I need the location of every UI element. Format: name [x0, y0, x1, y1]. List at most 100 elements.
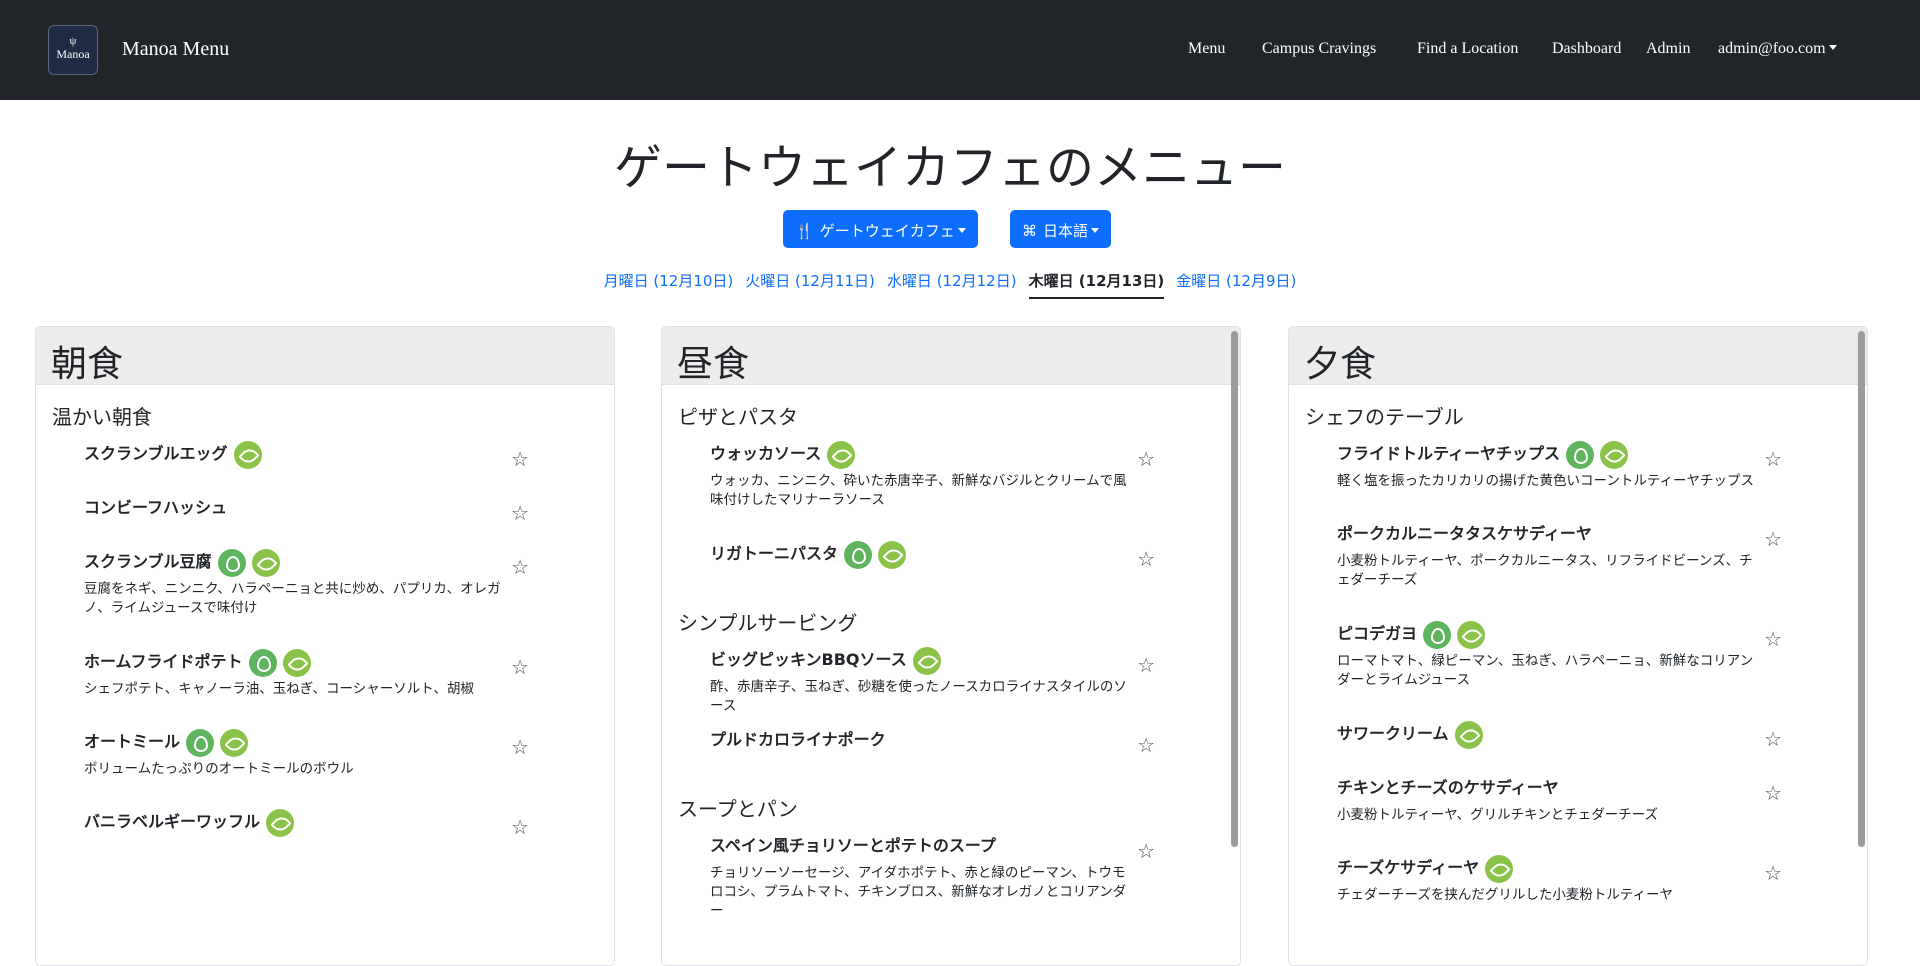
- vegetarian-icon: [827, 440, 856, 469]
- day-tab[interactable]: 金曜日 (12月9日): [1176, 270, 1296, 297]
- nav-menu[interactable]: Menu: [1188, 40, 1225, 58]
- vegan-icon: [1566, 440, 1595, 469]
- day-tab[interactable]: 月曜日 (12月10日): [604, 270, 734, 297]
- vegetarian-icon: [1457, 620, 1486, 649]
- nav-dashboard[interactable]: Dashboard: [1552, 40, 1621, 58]
- day-tabs: 月曜日 (12月10日) 火曜日 (12月11日) 水曜日 (12月12日) 木曜日 …: [0, 270, 1900, 299]
- vegan-icon: [1423, 620, 1452, 649]
- favorite-star-icon[interactable]: ☆: [511, 501, 529, 525]
- section-title: ピザとパスタ: [678, 405, 798, 429]
- favorite-star-icon[interactable]: ☆: [1764, 527, 1782, 551]
- menu-item: コンビーフハッシュ ☆: [84, 493, 569, 525]
- menu-item-label: ポークカルニータタスケサディーヤ: [1337, 524, 1592, 543]
- menu-item-label: ホームフライドポテト: [84, 652, 243, 671]
- menu-item-description: 軽く塩を振ったカリカリの揚げた黄色いコーントルティーヤチップス: [1337, 473, 1755, 489]
- menu-item-name: ポークカルニータタスケサディーヤ: [1337, 519, 1822, 549]
- day-tab[interactable]: 火曜日 (12月11日): [745, 270, 875, 297]
- menu-item-label: サワークリーム: [1337, 724, 1449, 743]
- section-title: シンプルサービング: [678, 611, 858, 635]
- fork-logo-icon: ψ: [69, 35, 77, 47]
- vegetarian-icon: [220, 728, 249, 757]
- favorite-star-icon[interactable]: ☆: [1137, 839, 1155, 863]
- menu-item-description: ウォッカ、ニンニク、砕いた赤唐辛子、新鮮なバジルとクリームで風味付けしたマリナー…: [710, 473, 1127, 508]
- menu-item-name: ウォッカソース: [710, 439, 1195, 469]
- menu-item-name: プルドカロライナポーク: [710, 725, 1195, 755]
- menu-item-description: 豆腐をネギ、ニンニク、ハラペーニョと共に炒め、パプリカ、オレガノ、ライムジュース…: [84, 581, 501, 616]
- favorite-star-icon[interactable]: ☆: [1137, 733, 1155, 757]
- favorite-star-icon[interactable]: ☆: [1137, 653, 1155, 677]
- section-title: スープとパン: [678, 797, 798, 821]
- fork-knife-icon: 🍴: [795, 222, 814, 240]
- favorite-star-icon[interactable]: ☆: [1137, 447, 1155, 471]
- favorite-star-icon[interactable]: ☆: [511, 447, 529, 471]
- menu-item-description: チェダーチーズを挟んだグリルした小麦粉トルティーヤ: [1337, 887, 1674, 903]
- favorite-star-icon[interactable]: ☆: [511, 655, 529, 679]
- nav-campus-cravings[interactable]: Campus Cravings: [1262, 40, 1376, 58]
- menu-item-description: 酢、赤唐辛子、玉ねぎ、砂糖を使ったノースカロライナスタイルのソース: [710, 679, 1127, 714]
- menu-item-name: サワークリーム: [1337, 719, 1822, 749]
- day-tab[interactable]: 水曜日 (12月12日): [887, 270, 1017, 297]
- user-dropdown[interactable]: admin@foo.com: [1718, 40, 1837, 58]
- favorite-star-icon[interactable]: ☆: [1764, 727, 1782, 751]
- logo-text: Manoa: [56, 47, 90, 61]
- menu-item-label: スクランブルエッグ: [84, 444, 228, 463]
- menu-item-name: ホームフライドポテト: [84, 647, 569, 677]
- menu-item: リガトーニパスタ ☆: [710, 539, 1195, 571]
- favorite-star-icon[interactable]: ☆: [511, 555, 529, 579]
- meal-card: 朝食 温かい朝食 スクランブルエッグ ☆ コンビーフハッシュ ☆ スクランブル豆腐 豆腐をネギ…: [35, 326, 615, 966]
- vegetarian-icon: [251, 548, 280, 577]
- menu-item-name: チキンとチーズのケサディーヤ: [1337, 773, 1822, 803]
- menu-item-name: リガトーニパスタ: [710, 539, 1195, 569]
- meal-title: 昼食: [662, 327, 1240, 385]
- brand-name[interactable]: Manoa Menu: [122, 38, 229, 61]
- vegetarian-icon: [1600, 440, 1629, 469]
- menu-item-description: 小麦粉トルティーヤ、グリルチキンとチェダーチーズ: [1337, 807, 1659, 823]
- menu-item: スクランブルエッグ ☆: [84, 439, 569, 471]
- menu-item-label: バニラベルギーワッフル: [84, 812, 261, 831]
- menu-item-label: ピコデガヨ: [1337, 624, 1418, 643]
- meal-card: 昼食ピザとパスタウォッカソースウォッカ、ニンニク、砕いた赤唐辛子、新鮮なバジルと…: [661, 326, 1241, 966]
- menu-item: ポークカルニータタスケサディーヤ小麦粉トルティーヤ、ポークカルニータス、リフライ…: [1337, 519, 1822, 590]
- menu-item-description: 小麦粉トルティーヤ、ポークカルニータス、リフライドビーンズ、チェダーチーズ: [1337, 553, 1753, 588]
- menu-item: サワークリーム ☆: [1337, 719, 1822, 751]
- favorite-star-icon[interactable]: ☆: [1764, 627, 1782, 651]
- logo[interactable]: ψ Manoa: [48, 25, 98, 75]
- menu-item-description: ボリュームたっぷりのオートミールのボウル: [84, 761, 354, 777]
- favorite-star-icon[interactable]: ☆: [1764, 861, 1782, 885]
- favorite-star-icon[interactable]: ☆: [511, 815, 529, 839]
- vegetarian-icon: [878, 540, 907, 569]
- menu-item-label: プルドカロライナポーク: [710, 730, 886, 749]
- menu-item-description: チョリソーソーセージ、アイダホポテト、赤と緑のピーマン、トウモロコシ、プラムトマ…: [710, 865, 1127, 919]
- menu-item-name: チーズケサディーヤ: [1337, 853, 1822, 883]
- menu-item: ウォッカソースウォッカ、ニンニク、砕いた赤唐辛子、新鮮なバジルとクリームで風味付…: [710, 439, 1195, 510]
- language-dropdown-button[interactable]: ⌘ 日本語: [1010, 210, 1112, 248]
- favorite-star-icon[interactable]: ☆: [1764, 781, 1782, 805]
- menu-item-label: チキンとチーズのケサディーヤ: [1337, 778, 1559, 797]
- menu-item-label: フライドトルティーヤチップス: [1337, 444, 1561, 463]
- menu-item: ピコデガヨ ローマトマト、緑ピーマン、玉ねぎ、ハラペーニョ、新鮮なコリアンダーとラ…: [1337, 619, 1822, 690]
- favorite-star-icon[interactable]: ☆: [1137, 547, 1155, 571]
- user-email: admin@foo.com: [1718, 40, 1826, 57]
- scrollbar[interactable]: [1858, 331, 1865, 847]
- nav-find-location[interactable]: Find a Location: [1417, 40, 1518, 58]
- favorite-star-icon[interactable]: ☆: [1764, 447, 1782, 471]
- menu-item-label: スペイン風チョリソーとポテトのスープ: [710, 836, 996, 855]
- menu-item: チーズケサディーヤチェダーチーズを挟んだグリルした小麦粉トルティーヤ ☆: [1337, 853, 1822, 905]
- vegan-icon: [844, 540, 873, 569]
- day-tab[interactable]: 木曜日 (12月13日): [1028, 270, 1165, 299]
- vegetarian-icon: [266, 808, 295, 837]
- menu-item-name: コンビーフハッシュ: [84, 493, 569, 523]
- menu-item-label: スクランブル豆腐: [84, 552, 212, 571]
- menu-item-label: コンビーフハッシュ: [84, 498, 228, 517]
- menu-item: スペイン風チョリソーとポテトのスープチョリソーソーセージ、アイダホポテト、赤と緑…: [710, 831, 1195, 921]
- menu-item: ホームフライドポテト シェフポテト、キャノーラ油、玉ねぎ、コーシャーソルト、胡椒 ☆: [84, 647, 569, 699]
- meal-title: 朝食: [36, 327, 614, 385]
- location-dropdown-button[interactable]: 🍴 ゲートウェイカフェ: [783, 210, 978, 248]
- menu-item: ビッグピッキンBBQソース 酢、赤唐辛子、玉ねぎ、砂糖を使ったノースカロライナスタ…: [710, 645, 1195, 716]
- vegetarian-icon: [233, 440, 262, 469]
- favorite-star-icon[interactable]: ☆: [511, 735, 529, 759]
- nav-admin[interactable]: Admin: [1646, 40, 1690, 58]
- menu-item-label: ウォッカソース: [710, 444, 822, 463]
- menu-item-name: オートミール: [84, 727, 569, 757]
- scrollbar[interactable]: [1231, 331, 1238, 847]
